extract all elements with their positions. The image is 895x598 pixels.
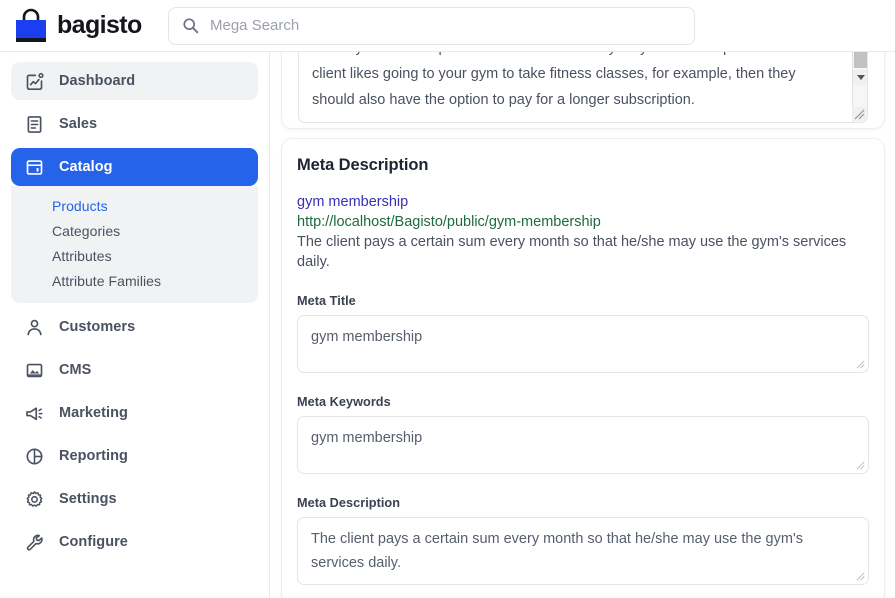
meta-keywords-label: Meta Keywords <box>297 395 869 409</box>
image-page-icon <box>24 360 45 381</box>
meta-title-label: Meta Title <box>297 294 869 308</box>
meta-title-value: gym membership <box>311 325 855 349</box>
megaphone-icon <box>24 403 45 424</box>
sidebar-nav: Dashboard Sales Catalog Products Categor… <box>0 52 270 598</box>
brand-logo[interactable]: bagisto <box>14 8 154 44</box>
meta-title-field-group: Meta Title gym membership <box>297 294 869 373</box>
sidebar-item-label: Marketing <box>59 405 128 421</box>
search-icon <box>182 17 199 34</box>
sidebar-item-sales[interactable]: Sales <box>11 105 258 143</box>
description-card: Monthly memberships can also be turned i… <box>281 52 885 129</box>
sidebar-item-label: Settings <box>59 491 117 507</box>
shopping-bag-icon <box>14 8 48 44</box>
sidebar-item-dashboard[interactable]: Dashboard <box>11 62 258 100</box>
sidebar-item-marketing[interactable]: Marketing <box>11 394 258 432</box>
sidebar-item-settings[interactable]: Settings <box>11 480 258 518</box>
resize-grip-icon <box>855 460 866 471</box>
sidebar-item-attributes[interactable]: Attributes <box>11 243 258 268</box>
serp-preview-description: The client pays a certain sum every mont… <box>297 232 869 272</box>
meta-description-card: Meta Description gym membership http://l… <box>281 138 885 598</box>
gear-icon <box>24 489 45 510</box>
mega-search-bar[interactable] <box>168 7 695 45</box>
dashboard-chart-icon <box>24 71 45 92</box>
app-header: bagisto <box>0 0 895 52</box>
search-input[interactable] <box>210 17 681 34</box>
card-title: Meta Description <box>297 156 869 175</box>
sidebar-item-label: Configure <box>59 534 128 550</box>
sidebar-item-attribute-families[interactable]: Attribute Families <box>11 268 258 293</box>
serp-preview: gym membership http://localhost/Bagisto/… <box>297 192 869 272</box>
brand-name: bagisto <box>57 11 142 40</box>
resize-grip-icon <box>855 571 866 582</box>
serp-preview-title[interactable]: gym membership <box>297 192 869 212</box>
main-content: Monthly memberships can also be turned i… <box>271 52 895 598</box>
serp-preview-url[interactable]: http://localhost/Bagisto/public/gym-memb… <box>297 212 869 232</box>
meta-description-label: Meta Description <box>297 496 869 510</box>
meta-title-input[interactable]: gym membership <box>297 315 869 373</box>
sidebar-item-label: Dashboard <box>59 73 135 89</box>
catalog-window-icon <box>24 157 45 178</box>
sidebar-item-reporting[interactable]: Reporting <box>11 437 258 475</box>
resize-grip-icon <box>855 359 866 370</box>
sidebar-submenu-catalog: Products Categories Attributes Attribute… <box>11 186 258 303</box>
pie-chart-icon <box>24 446 45 467</box>
sidebar-item-cms[interactable]: CMS <box>11 351 258 389</box>
sidebar-item-products[interactable]: Products <box>11 193 258 218</box>
meta-keywords-value: gym membership <box>311 426 855 450</box>
user-icon <box>24 317 45 338</box>
meta-keywords-input[interactable]: gym membership <box>297 416 869 474</box>
receipt-icon <box>24 114 45 135</box>
meta-description-value: The client pays a certain sum every mont… <box>311 527 855 575</box>
description-textarea[interactable]: Monthly memberships can also be turned i… <box>299 52 867 122</box>
sidebar-item-label: CMS <box>59 362 91 378</box>
wrench-icon <box>24 532 45 553</box>
textarea-resize-grip-icon[interactable] <box>852 107 866 121</box>
scroll-down-arrow-icon[interactable] <box>853 70 868 85</box>
sidebar-item-catalog[interactable]: Catalog <box>11 148 258 186</box>
meta-description-input[interactable]: The client pays a certain sum every mont… <box>297 517 869 585</box>
sidebar-item-label: Catalog <box>59 159 113 175</box>
sidebar-item-label: Reporting <box>59 448 128 464</box>
scrollbar-thumb[interactable] <box>854 52 867 68</box>
meta-description-field-group: Meta Description The client pays a certa… <box>297 496 869 585</box>
sidebar-item-label: Customers <box>59 319 135 335</box>
meta-keywords-field-group: Meta Keywords gym membership <box>297 395 869 474</box>
sidebar-item-categories[interactable]: Categories <box>11 218 258 243</box>
sidebar-item-label: Sales <box>59 116 97 132</box>
description-textarea-wrapper[interactable]: Monthly memberships can also be turned i… <box>298 52 868 123</box>
sidebar-item-configure[interactable]: Configure <box>11 523 258 561</box>
sidebar-item-customers[interactable]: Customers <box>11 308 258 346</box>
